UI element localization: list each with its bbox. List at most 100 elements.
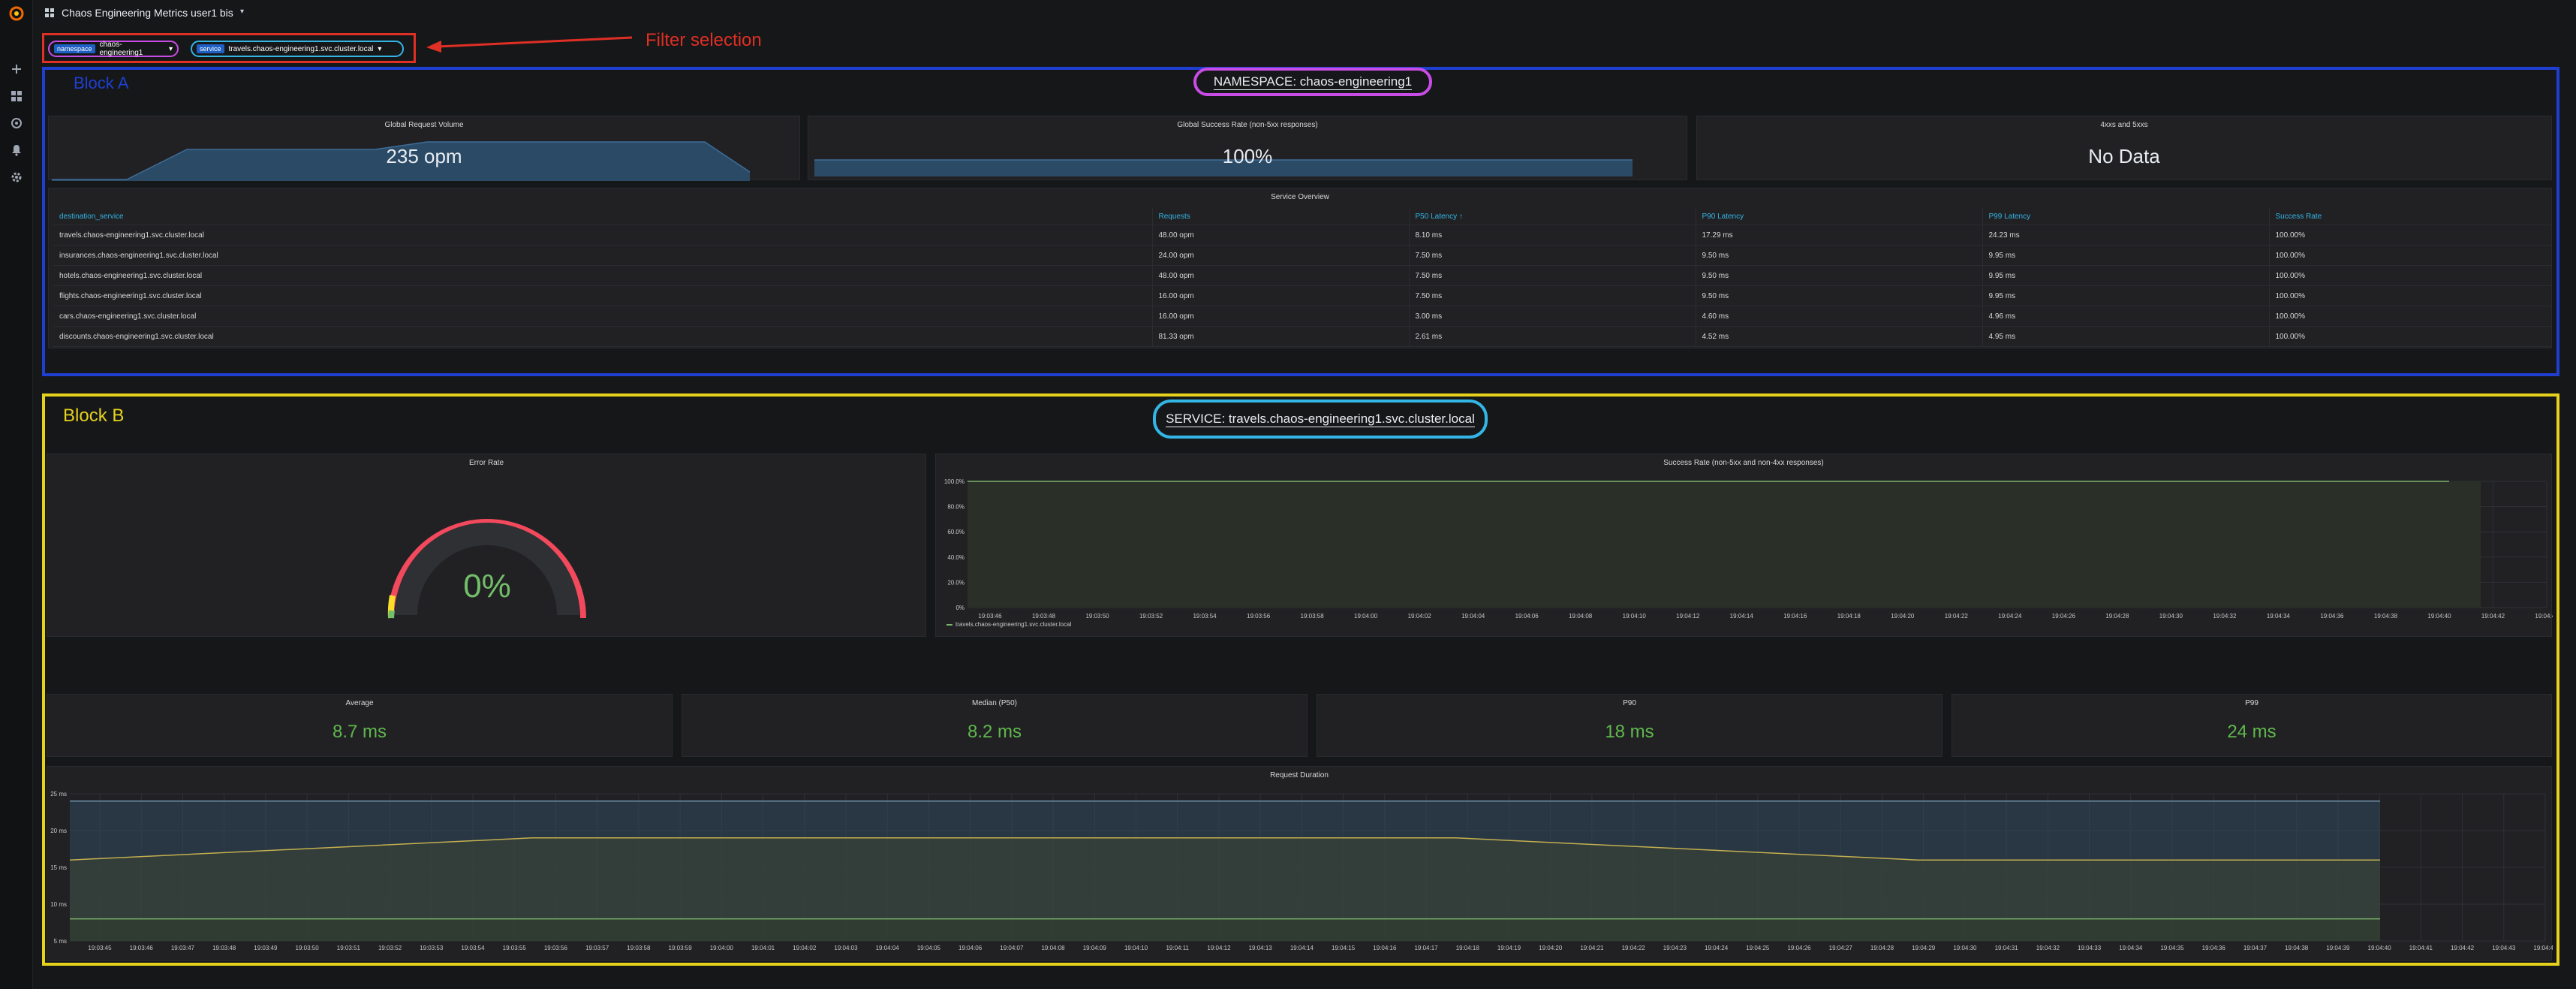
request-duration-chart: 25 ms 20 ms 15 ms 10 ms 5 ms 19:03:45 19:03:4… bbox=[50, 791, 2553, 951]
global-request-volume-value: 235 opm bbox=[386, 145, 462, 167]
request-duration-title: Request Duration bbox=[1270, 771, 1329, 779]
median-value: 8.2 ms bbox=[967, 722, 1022, 742]
x-tick-label: 19:03:52 bbox=[1139, 613, 1163, 620]
success-rate-legend[interactable]: travels.chaos-engineering1.svc.cluster.l… bbox=[946, 621, 1071, 628]
y-tick-label: 60.0% bbox=[947, 529, 964, 535]
cell-service[interactable]: discounts.chaos-engineering1.svc.cluster… bbox=[53, 326, 1152, 347]
x-tick-label: 19:04:27 bbox=[1829, 945, 1853, 951]
service-overview-title: Service Overview bbox=[1271, 193, 1329, 201]
x-tick-label: 19:04:03 bbox=[834, 945, 858, 951]
cell-p99: 24.23 ms bbox=[1982, 225, 2269, 246]
x-tick-label: 19:03:45 bbox=[88, 945, 112, 951]
namespace-chevron-down-icon[interactable]: ▾ bbox=[169, 45, 173, 53]
cell-p50: 3.00 ms bbox=[1408, 306, 1696, 327]
x-tick-label: 19:04:08 bbox=[1569, 613, 1593, 620]
x-tick-label: 19:04:30 bbox=[1953, 945, 1977, 951]
cell-success-rate: 100.00% bbox=[2268, 265, 2551, 286]
average-value: 8.7 ms bbox=[332, 722, 387, 742]
x-tick-label: 19:04:18 bbox=[1837, 613, 1861, 620]
y-tick-label: 20.0% bbox=[947, 579, 964, 586]
y-tick-label: 10 ms bbox=[50, 901, 67, 908]
success-rate-panel: Success Rate (non-5xx and non-4xx respon… bbox=[935, 454, 2553, 637]
x-tick-label: 19:03:49 bbox=[254, 945, 278, 951]
cell-service[interactable]: cars.chaos-engineering1.svc.cluster.loca… bbox=[53, 306, 1152, 327]
cell-success-rate: 100.00% bbox=[2268, 285, 2551, 306]
cell-p90: 9.50 ms bbox=[1695, 245, 1982, 266]
title-dropdown-caret-icon[interactable]: ▾ bbox=[240, 8, 244, 16]
column-header-success-rate[interactable]: Success Rate bbox=[2268, 208, 2551, 225]
x-tick-label: 19:04:41 bbox=[2409, 945, 2433, 951]
service-overview-table-wrap: destination_service Requests P50 Latency… bbox=[53, 208, 2551, 347]
x-tick-label: 19:04:17 bbox=[1414, 945, 1438, 951]
grafana-logo-icon[interactable] bbox=[8, 5, 26, 23]
column-header-requests[interactable]: Requests bbox=[1151, 208, 1409, 225]
cell-p50: 7.50 ms bbox=[1408, 265, 1696, 286]
x-tick-label: 19:03:50 bbox=[1085, 613, 1109, 620]
x-tick-label: 19:04:16 bbox=[1373, 945, 1397, 951]
column-header-destination-service[interactable]: destination_service bbox=[53, 208, 1152, 225]
dashboard-title[interactable]: Chaos Engineering Metrics user1 bis bbox=[62, 7, 233, 19]
y-tick-label: 80.0% bbox=[947, 504, 964, 511]
x-tick-label: 19:04:21 bbox=[1580, 945, 1604, 951]
service-filter-label: service bbox=[197, 44, 224, 53]
y-tick-label: 20 ms bbox=[50, 828, 67, 834]
cell-p50: 7.50 ms bbox=[1408, 245, 1696, 266]
x-tick-label: 19:03:53 bbox=[420, 945, 444, 951]
cell-requests: 16.00 opm bbox=[1151, 285, 1409, 306]
table-row: discounts.chaos-engineering1.svc.cluster… bbox=[53, 326, 2551, 347]
cell-success-rate: 100.00% bbox=[2268, 306, 2551, 327]
cell-service[interactable]: flights.chaos-engineering1.svc.cluster.l… bbox=[53, 285, 1152, 306]
y-tick-label: 5 ms bbox=[54, 938, 67, 945]
block-b-label: Block B bbox=[63, 406, 125, 426]
y-tick-label: 0% bbox=[955, 605, 964, 611]
plus-icon[interactable] bbox=[8, 60, 26, 78]
x-tick-label: 19:04:30 bbox=[2159, 613, 2183, 620]
filter-selection-annotation: Filter selection bbox=[646, 30, 762, 50]
cell-success-rate: 100.00% bbox=[2268, 245, 2551, 266]
x-tick-label: 19:03:50 bbox=[296, 945, 320, 951]
service-overview-panel: Service Overview destination_service Req… bbox=[48, 188, 2552, 348]
cell-service[interactable]: insurances.chaos-engineering1.svc.cluste… bbox=[53, 245, 1152, 266]
x-tick-label: 19:04:32 bbox=[2213, 613, 2237, 620]
service-header-text: SERVICE: travels.chaos-engineering1.svc.… bbox=[1166, 411, 1475, 427]
sidebar bbox=[0, 0, 33, 989]
service-filter[interactable]: service travels.chaos-engineering1.svc.c… bbox=[191, 41, 404, 57]
service-filter-value[interactable]: travels.chaos-engineering1.svc.cluster.l… bbox=[229, 45, 374, 53]
column-header-p50-latency[interactable]: P50 Latency ↑ bbox=[1408, 208, 1696, 225]
dashboards-icon[interactable] bbox=[8, 87, 26, 105]
x-tick-label: 19:04:11 bbox=[1166, 945, 1189, 951]
x-tick-label: 19:04:07 bbox=[1000, 945, 1024, 951]
global-success-rate-title: Global Success Rate (non-5xx responses) bbox=[1177, 121, 1318, 129]
x-tick-label: 19:03:48 bbox=[212, 945, 236, 951]
x-tick-label: 19:04:20 bbox=[1539, 945, 1563, 951]
x-tick-label: 19:04:10 bbox=[1124, 945, 1148, 951]
namespace-filter-value[interactable]: chaos-engineering1 bbox=[100, 41, 164, 57]
gear-icon[interactable] bbox=[8, 168, 26, 186]
bell-icon[interactable] bbox=[8, 141, 26, 159]
x-tick-label: 19:04:04 bbox=[876, 945, 900, 951]
table-row: flights.chaos-engineering1.svc.cluster.l… bbox=[53, 285, 2551, 306]
cell-service[interactable]: travels.chaos-engineering1.svc.cluster.l… bbox=[53, 225, 1152, 246]
namespace-filter[interactable]: namespace chaos-engineering1 ▾ bbox=[48, 41, 179, 57]
x-tick-label: 19:04:31 bbox=[1995, 945, 2019, 951]
error-rate-value: 0% bbox=[463, 568, 511, 605]
x-tick-label: 19:03:46 bbox=[978, 613, 1002, 620]
x-tick-label: 19:04:13 bbox=[1249, 945, 1273, 951]
p90-title: P90 bbox=[1623, 699, 1636, 707]
cell-service[interactable]: hotels.chaos-engineering1.svc.cluster.lo… bbox=[53, 265, 1152, 286]
filter-selection-arrow bbox=[426, 36, 633, 53]
service-overview-table: destination_service Requests P50 Latency… bbox=[53, 208, 2551, 347]
x-tick-label: 19:03:58 bbox=[1301, 613, 1325, 620]
errors-4xx-5xx-title: 4xxs and 5xxs bbox=[2100, 121, 2148, 129]
column-header-p90-latency[interactable]: P90 Latency bbox=[1695, 208, 1982, 225]
service-chevron-down-icon[interactable]: ▾ bbox=[378, 45, 381, 53]
x-tick-label: 19:04:19 bbox=[1497, 945, 1521, 951]
cell-p50: 7.50 ms bbox=[1408, 285, 1696, 306]
x-tick-label: 19:04:35 bbox=[2160, 945, 2184, 951]
error-rate-panel: Error Rate 0% bbox=[47, 454, 926, 637]
x-tick-label: 19:04:38 bbox=[2285, 945, 2309, 951]
x-tick-label: 19:03:52 bbox=[378, 945, 402, 951]
column-header-p99-latency[interactable]: P99 Latency bbox=[1982, 208, 2269, 225]
explore-icon[interactable] bbox=[8, 114, 26, 132]
x-tick-label: 19:03:54 bbox=[461, 945, 485, 951]
